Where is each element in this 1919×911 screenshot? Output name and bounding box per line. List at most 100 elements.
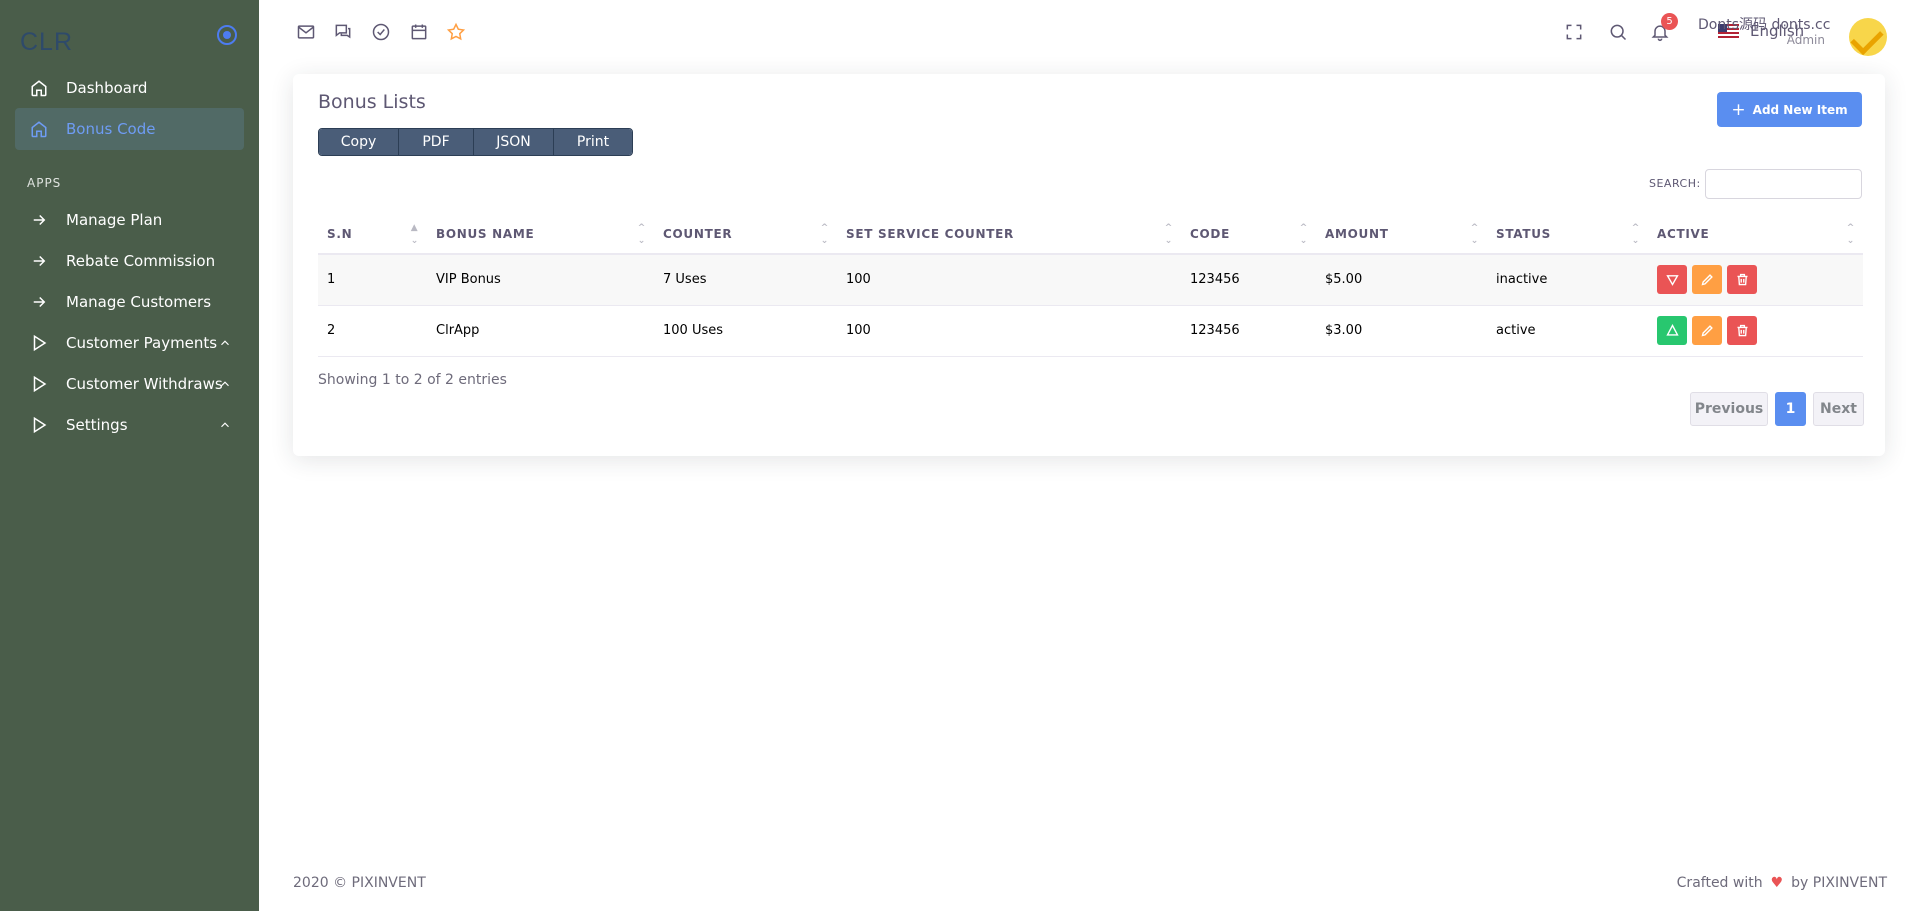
arrow-right-icon: [28, 291, 50, 313]
column-header-counter[interactable]: COUNTER ^ ⌄: [654, 214, 837, 255]
table-row: 2 ClrApp 100 Uses 100 123456 $3.00 activ…: [318, 305, 1863, 357]
avatar[interactable]: [1849, 18, 1887, 56]
sidebar-item-bonus-code[interactable]: Bonus Code: [15, 108, 244, 150]
print-button[interactable]: Print: [554, 129, 632, 155]
sidebar-item-dashboard[interactable]: Dashboard: [15, 67, 244, 109]
search-input[interactable]: [1705, 169, 1862, 199]
user-role: Admin: [1786, 33, 1825, 47]
cell-actions: [1648, 305, 1863, 357]
sidebar-item-label: Customer Payments: [66, 334, 218, 352]
column-header-set-service-counter[interactable]: SET SERVICE COUNTER ^ ⌄: [837, 214, 1181, 255]
cell-service-counter: 100: [837, 305, 1181, 357]
cell-counter: 100 Uses: [654, 305, 837, 357]
sidebar: CLR Dashboard Bonus Code APPS Manage Pla…: [0, 0, 259, 911]
pdf-button[interactable]: PDF: [399, 129, 474, 155]
footer-credit-suffix: by PIXINVENT: [1791, 875, 1887, 891]
sidebar-item-label: Dashboard: [66, 79, 148, 97]
table-info: Showing 1 to 2 of 2 entries: [318, 372, 507, 388]
cell-counter: 7 Uses: [654, 254, 837, 306]
sidebar-item-customer-withdraws[interactable]: Customer Withdraws: [15, 363, 244, 405]
activate-button[interactable]: [1657, 316, 1687, 345]
play-icon: [28, 332, 50, 354]
add-new-item-button[interactable]: + Add New Item: [1717, 92, 1862, 127]
footer-credit: Crafted with ♥ by PIXINVENT: [1677, 875, 1887, 891]
cell-sn: 2: [318, 305, 427, 357]
copy-button[interactable]: Copy: [319, 129, 399, 155]
chevron-up-icon: [221, 340, 229, 346]
sidebar-item-label: Settings: [66, 416, 128, 434]
sidebar-item-label: Rebate Commission: [66, 252, 216, 270]
column-header-status[interactable]: STATUS ^ ⌄: [1487, 214, 1648, 255]
triangle-down-icon: [1665, 275, 1679, 287]
cell-bonus-name: ClrApp: [427, 305, 654, 357]
cell-amount: $5.00: [1316, 254, 1487, 306]
sidebar-item-label: Manage Plan: [66, 211, 163, 229]
heart-icon: ♥: [1770, 875, 1784, 891]
page-1-button[interactable]: 1: [1775, 392, 1806, 426]
next-button[interactable]: Next: [1813, 392, 1864, 426]
deactivate-button[interactable]: [1657, 265, 1687, 295]
chevron-up-icon: [221, 422, 229, 428]
sort-icon: ^ ⌄: [1299, 223, 1308, 246]
fullscreen-icon[interactable]: [1563, 21, 1585, 43]
bonus-list-card: Bonus Lists Copy PDF JSON Print + Add Ne…: [293, 74, 1885, 456]
delete-button[interactable]: [1727, 316, 1757, 345]
cell-status: active: [1487, 305, 1648, 357]
search-icon[interactable]: [1607, 21, 1629, 43]
edit-button[interactable]: [1692, 265, 1722, 295]
sort-icon: ▲ ⌄: [410, 223, 419, 246]
pencil-icon: [1701, 325, 1713, 337]
user-name[interactable]: Donts源码 donts.cc: [1698, 14, 1830, 34]
sort-icon: ^ ⌄: [1164, 223, 1173, 246]
sort-icon: ^ ⌄: [1631, 223, 1640, 246]
column-header-amount[interactable]: AMOUNT ^ ⌄: [1316, 214, 1487, 255]
sort-icon: ^ ⌄: [1846, 223, 1855, 246]
sidebar-item-customer-payments[interactable]: Customer Payments: [15, 322, 244, 364]
cell-code: 123456: [1181, 305, 1316, 357]
sidebar-item-label: Bonus Code: [66, 120, 156, 138]
sidebar-item-rebate-commission[interactable]: Rebate Commission: [15, 240, 244, 282]
home-icon: [28, 118, 50, 140]
sort-icon: ^ ⌄: [637, 223, 646, 246]
footer-credit-prefix: Crafted with: [1676, 875, 1763, 891]
cell-actions: [1648, 254, 1863, 306]
column-header-active[interactable]: ACTIVE ^ ⌄: [1648, 214, 1863, 255]
chat-icon[interactable]: [332, 21, 354, 43]
json-button[interactable]: JSON: [474, 129, 554, 155]
triangle-up-icon: [1665, 324, 1679, 336]
column-header-sn[interactable]: S.N ▲ ⌄: [318, 214, 427, 255]
mail-icon[interactable]: [295, 21, 317, 43]
edit-button[interactable]: [1692, 316, 1722, 345]
table-row: 1 VIP Bonus 7 Uses 100 123456 $5.00 inac…: [318, 254, 1863, 306]
cell-service-counter: 100: [837, 254, 1181, 306]
search-label: SEARCH:: [1649, 177, 1701, 190]
add-new-item-label: Add New Item: [1752, 102, 1848, 117]
sidebar-item-label: Manage Customers: [66, 293, 212, 311]
column-header-bonus-name[interactable]: BONUS NAME ^ ⌄: [427, 214, 654, 255]
sidebar-toggle-icon[interactable]: [217, 25, 237, 45]
sidebar-item-manage-plan[interactable]: Manage Plan: [15, 199, 244, 241]
page-title: Bonus Lists: [318, 91, 426, 113]
previous-button[interactable]: Previous: [1690, 392, 1768, 426]
brand-logo[interactable]: CLR: [20, 28, 73, 57]
trash-icon: [1737, 274, 1747, 286]
calendar-icon[interactable]: [408, 21, 430, 43]
play-icon: [28, 414, 50, 436]
play-icon: [28, 373, 50, 395]
column-header-code[interactable]: CODE ^ ⌄: [1181, 214, 1316, 255]
sidebar-item-settings[interactable]: Settings: [15, 404, 244, 446]
cell-sn: 1: [318, 254, 427, 306]
star-icon[interactable]: [445, 21, 467, 43]
cell-status: inactive: [1487, 254, 1648, 306]
pencil-icon: [1701, 274, 1713, 286]
sidebar-item-manage-customers[interactable]: Manage Customers: [15, 281, 244, 323]
check-circle-icon[interactable]: [370, 21, 392, 43]
bonus-table: S.N ▲ ⌄ BONUS NAME ^ ⌄ COUNTER ^ ⌄ SET SERVICE…: [318, 214, 1863, 357]
home-icon: [28, 77, 50, 99]
sort-icon: ^ ⌄: [1470, 223, 1479, 246]
pagination: Previous 1 Next: [1690, 392, 1864, 426]
notification-badge: 5: [1661, 13, 1678, 30]
delete-button[interactable]: [1727, 265, 1757, 295]
cell-code: 123456: [1181, 254, 1316, 306]
plus-icon: +: [1731, 99, 1746, 120]
